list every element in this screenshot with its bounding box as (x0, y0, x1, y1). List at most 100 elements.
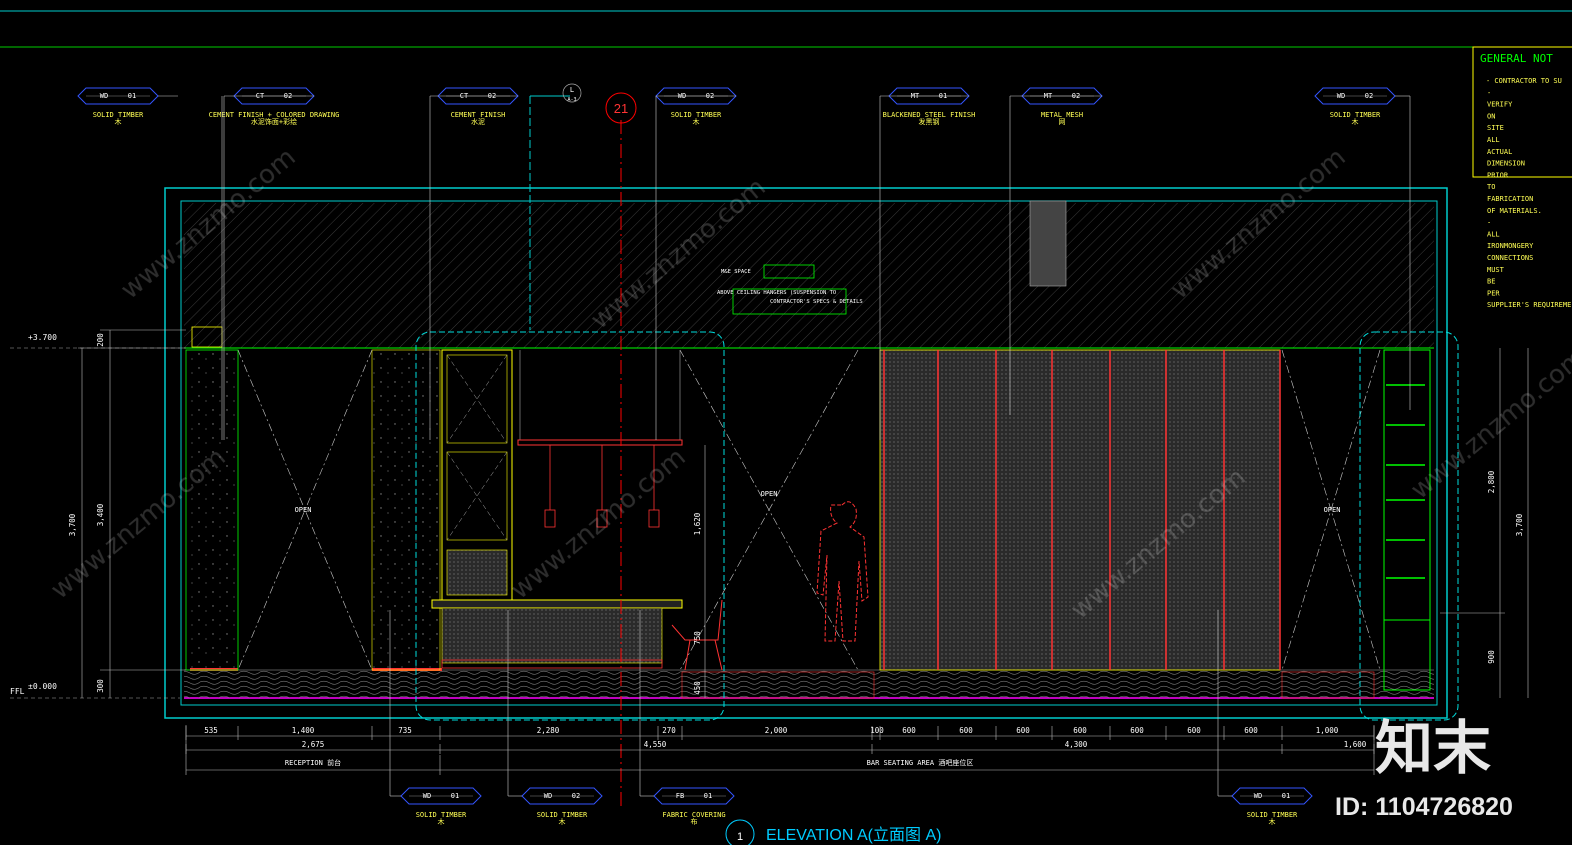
svg-text:02: 02 (1365, 92, 1373, 100)
svg-text:木: 木 (438, 817, 445, 826)
dim-bottom-9: 600 (959, 726, 973, 735)
general-note-line: SITE (1487, 124, 1504, 132)
svg-text:FB: FB (676, 792, 684, 800)
svg-text:木: 木 (1352, 117, 1359, 126)
svg-text:布: 布 (691, 817, 698, 826)
elevation-drawing: 21 L A-3 M&E SPACE ABOVE CEILING HANGERS… (0, 10, 1572, 845)
general-note-line: PER (1487, 289, 1500, 297)
general-note-line: ALL (1487, 136, 1500, 144)
general-note-line: OF MATERIALS. (1487, 207, 1542, 215)
dim-bottom-1: 535 (204, 726, 218, 735)
level-ffl: FFL (10, 687, 25, 696)
svg-text:木: 木 (693, 117, 700, 126)
material-tags-bottom: WD 01SOLID TIMBER木WD 02SOLID TIMBER木FB 01FA… (400, 787, 1313, 826)
general-note-line: DIMENSION (1487, 160, 1525, 168)
zone-reception: RECEPTION 前台 (285, 758, 341, 767)
dim-bottom-2: 1,400 (292, 726, 315, 735)
general-note-line: ON (1487, 112, 1495, 120)
general-note-line: FABRICATION (1487, 195, 1533, 203)
tag-top-2: CT 02CEMENT FINISH + COLORED DRAWING水泥饰面+… (209, 87, 339, 126)
open-label-2: OPEN (761, 490, 778, 498)
general-note-line: ALL (1487, 230, 1500, 238)
general-notes-heading: GENERAL NOT (1480, 52, 1553, 65)
general-note-line: SUPPLIER'S REQUIREME (1487, 301, 1571, 309)
dimension-chain-1: 535 1,400 735 2,280 270 2,000 100 600 600 600 600 6… (185, 726, 1375, 740)
tag-top-6: MT 02METAL MESH网 (1021, 87, 1103, 126)
floor-finish (184, 670, 1434, 698)
bar-top (431, 599, 683, 609)
svg-text:木: 木 (115, 117, 122, 126)
svg-text:WD: WD (423, 792, 431, 800)
watermark-repeat: www.znzmo.com (505, 442, 691, 605)
svg-text:发黑钢: 发黑钢 (919, 117, 940, 126)
general-note-line: MUST (1487, 266, 1505, 274)
open-label-1: OPEN (295, 506, 312, 514)
general-note-line: PRIOR (1487, 171, 1509, 179)
material-tags-top: WD 01SOLID TIMBER木CT 02CEMENT FINISH + COL… (77, 87, 1396, 126)
watermark-id: ID: 1104726820 (1335, 793, 1513, 821)
svg-text:01: 01 (128, 92, 136, 100)
svg-text:WD: WD (1254, 792, 1262, 800)
svg-text:木: 木 (559, 817, 566, 826)
title-number: 1 (737, 831, 743, 843)
tag-bottom-3: FB 01FABRIC COVERING布 (653, 787, 735, 826)
ceiling-note: ABOVE CEILING HANGERS (SUSPENSION TO (717, 290, 836, 296)
general-note-line: - (1487, 219, 1491, 227)
level-ffl-value: ±0.000 (28, 682, 57, 691)
dim-bottom-4: 2,280 (537, 726, 560, 735)
dim-mid-1620: 1,620 (693, 512, 702, 535)
human-figure (816, 501, 869, 642)
bulkhead (1029, 200, 1067, 287)
tag-top-1: WD 01SOLID TIMBER木 (77, 87, 159, 126)
ceiling-note-2: CONTRACTOR'S SPECS & DETAILS (770, 299, 863, 305)
svg-text:01: 01 (704, 792, 712, 800)
general-note-line: VERIFY (1487, 101, 1513, 109)
general-note-line: CONNECTIONS (1487, 254, 1533, 262)
svg-text:水泥: 水泥 (471, 117, 485, 126)
dim-mid-450: 450 (693, 681, 702, 695)
dim-right-2800: 2,800 (1487, 470, 1496, 493)
title-text: ELEVATION A(立面图 A) (766, 826, 941, 844)
open-label-3: OPEN (1324, 506, 1341, 514)
dim-bottom-11: 600 (1073, 726, 1087, 735)
bar-front (441, 607, 663, 664)
svg-text:WD: WD (100, 92, 108, 100)
section-marker-bottom: A-3 (567, 97, 576, 103)
general-note-line: ACTUAL (1487, 148, 1512, 156)
dim-bottom-5: 270 (662, 726, 676, 735)
svg-text:WD: WD (544, 792, 552, 800)
tag-top-5: MT 01BLACKENED STEEL FINISH发黑钢 (883, 87, 975, 126)
level-top: +3.700 (28, 333, 57, 342)
dim-right-3700: 3,700 (1515, 513, 1524, 536)
general-note-line: BE (1487, 278, 1495, 286)
svg-text:木: 木 (1269, 817, 1276, 826)
section-marker-top: L (570, 86, 574, 94)
general-note-line: TO (1487, 183, 1495, 191)
grid-marker-label: 21 (614, 101, 628, 116)
dim-bottom-3: 735 (398, 726, 412, 735)
svg-text:网: 网 (1059, 118, 1066, 126)
cement-wall (185, 349, 239, 671)
dim-bottom-13: 600 (1187, 726, 1201, 735)
dim-mid-750: 750 (693, 631, 702, 645)
dim-total-1: 2,675 (302, 740, 325, 749)
dim-left-200: 200 (96, 333, 105, 347)
dim-right-900: 900 (1487, 650, 1496, 664)
svg-text:水泥饰面+彩绘: 水泥饰面+彩绘 (251, 117, 297, 126)
dim-left-300: 300 (96, 679, 105, 693)
svg-text:02: 02 (572, 792, 580, 800)
general-notes-lines: - CONTRACTOR TO SU - VERIFY ON SITE ALL ACTUAL… (1486, 77, 1571, 309)
mep-note: M&E SPACE (721, 269, 751, 275)
tag-top-4: WD 02SOLID TIMBER木 (655, 87, 737, 126)
dim-left-3700: 3,700 (68, 513, 77, 536)
tag-bottom-2: WD 02SOLID TIMBER木 (521, 787, 603, 826)
dim-bottom-8: 600 (902, 726, 916, 735)
general-note-line: IRONMONGERY (1487, 242, 1534, 250)
dim-bottom-10: 600 (1016, 726, 1030, 735)
svg-text:WD: WD (1337, 92, 1345, 100)
general-note-line: - CONTRACTOR TO SU (1486, 77, 1562, 85)
tag-bottom-1: WD 01SOLID TIMBER木 (400, 787, 482, 826)
dim-bottom-7: 100 (870, 726, 884, 735)
watermark-logo: 知末 (1375, 714, 1491, 782)
svg-text:01: 01 (1282, 792, 1290, 800)
